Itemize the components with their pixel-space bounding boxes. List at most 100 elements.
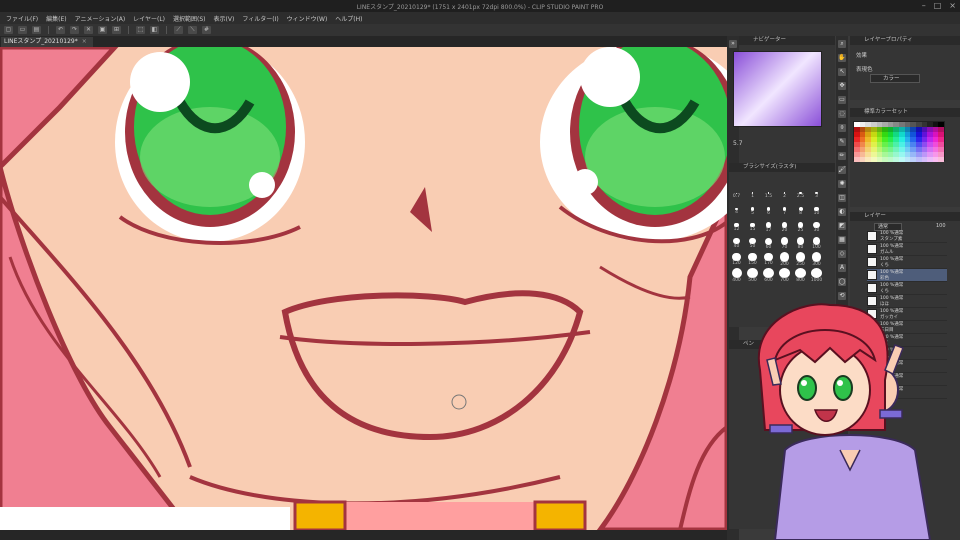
pencil-tool-icon[interactable]: ✏	[838, 152, 846, 160]
save-icon[interactable]: ▤	[32, 26, 41, 34]
text-tool-icon[interactable]: A	[838, 264, 846, 272]
clear-icon[interactable]: ✕	[84, 26, 93, 34]
close-icon[interactable]: ×	[949, 1, 956, 10]
brush-tool-icon[interactable]: 🖌	[838, 166, 846, 174]
hand-tool-icon[interactable]: ✋	[838, 54, 846, 62]
transform-icon[interactable]: ⊞	[112, 26, 121, 34]
brush-size-option[interactable]: 120	[729, 252, 744, 267]
snap-special-ruler-icon[interactable]: ⟍	[188, 26, 197, 34]
fill-tool-icon[interactable]: ◩	[838, 222, 846, 230]
brush-size-label: 0.7	[732, 193, 741, 199]
brush-size-option[interactable]: 10	[809, 204, 824, 219]
brush-size-option[interactable]: 1000	[809, 268, 824, 283]
menu-file[interactable]: ファイル(F)	[6, 14, 38, 23]
layer-row[interactable]: 100 %通常 くち	[867, 282, 947, 295]
layer-thumbnail	[867, 257, 877, 267]
deselect-icon[interactable]: ⬚	[136, 26, 145, 34]
snap-grid-icon[interactable]: #	[202, 26, 211, 34]
document-tab[interactable]: LINEスタンプ_20210129* ×	[1, 37, 93, 47]
new-file-icon[interactable]: ▢	[4, 26, 13, 34]
brush-size-option[interactable]: 5	[745, 204, 760, 219]
drawing-canvas[interactable]	[0, 47, 727, 530]
brush-size-option[interactable]: 1.5	[761, 188, 776, 203]
operation-tool-icon[interactable]: ↖	[838, 68, 846, 76]
undo-icon[interactable]: ↶	[56, 26, 65, 34]
color-swatch-grid[interactable]	[853, 121, 945, 162]
brush-size-option[interactable]: 300	[809, 252, 824, 267]
menu-window[interactable]: ウィンドウ(W)	[287, 14, 328, 23]
brush-size-option[interactable]: 20	[777, 220, 792, 235]
eraser-tool-icon[interactable]: ◫	[838, 194, 846, 202]
menu-help[interactable]: ヘルプ(H)	[335, 14, 362, 23]
selection-tool-icon[interactable]: ▭	[838, 96, 846, 104]
redo-icon[interactable]: ↷	[70, 26, 79, 34]
open-file-icon[interactable]: ▭	[18, 26, 27, 34]
layer-row[interactable]: 100 %通常彩色	[867, 269, 947, 282]
brush-size-label: 700	[780, 278, 789, 283]
lasso-tool-icon[interactable]: ◌	[838, 110, 846, 118]
invert-selection-icon[interactable]: ◧	[150, 26, 159, 34]
brush-size-option[interactable]: 6	[761, 204, 776, 219]
minimize-icon[interactable]: –	[922, 1, 926, 10]
fill-icon[interactable]: ▣	[98, 26, 107, 34]
brush-size-option[interactable]: 1	[745, 188, 760, 203]
brush-size-option[interactable]: 3	[809, 188, 824, 203]
balloon-tool-icon[interactable]: ◯	[838, 278, 846, 286]
brush-size-option[interactable]: 80	[793, 236, 808, 251]
brush-size-option[interactable]: 17	[761, 220, 776, 235]
brush-size-option[interactable]: 700	[777, 268, 792, 283]
brush-size-option[interactable]: 15	[745, 220, 760, 235]
menu-view[interactable]: 表示(V)	[214, 14, 235, 23]
brush-size-option[interactable]: 2	[777, 188, 792, 203]
brush-size-option[interactable]: 8	[793, 204, 808, 219]
color-swatch[interactable]	[938, 157, 944, 162]
pen-tool-icon[interactable]: ✎	[838, 138, 846, 146]
navigator-zoom[interactable]: 5.7	[733, 140, 743, 147]
figure-tool-icon[interactable]: ◇	[838, 250, 846, 258]
brush-size-option[interactable]: 800	[793, 268, 808, 283]
tab-close-icon[interactable]: ×	[82, 38, 87, 45]
layer-row[interactable]: 100 %通常 ガムル	[867, 243, 947, 256]
brush-size-option[interactable]: 40	[729, 236, 744, 251]
menu-layer[interactable]: レイヤー(L)	[133, 14, 165, 23]
navigator-preview[interactable]	[733, 51, 822, 127]
collapse-icon[interactable]: »	[729, 40, 737, 48]
gradient-tool-icon[interactable]: ▦	[838, 236, 846, 244]
menu-filter[interactable]: フィルター(I)	[242, 14, 278, 23]
zoom-tool-icon[interactable]: ⌕	[838, 40, 846, 48]
brush-size-option[interactable]: 250	[793, 252, 808, 267]
brush-size-option[interactable]: 7	[777, 204, 792, 219]
brush-size-option[interactable]: 170	[761, 252, 776, 267]
snap-ruler-icon[interactable]: ⟋	[174, 26, 183, 34]
brush-size-option[interactable]: 400	[729, 268, 744, 283]
airbrush-icon[interactable]: ✺	[838, 180, 846, 188]
brush-size-label: 70	[781, 244, 788, 250]
effect-label: 効果	[856, 53, 868, 59]
brush-size-option[interactable]: 30	[809, 220, 824, 235]
menu-edit[interactable]: 編集(E)	[46, 14, 66, 23]
brush-size-option[interactable]: 50	[745, 236, 760, 251]
brush-size-option[interactable]: 4	[729, 204, 744, 219]
layer-row[interactable]: 100 %通常 くち	[867, 256, 947, 269]
menu-selection[interactable]: 選択範囲(S)	[173, 14, 206, 23]
maximize-icon[interactable]: □	[934, 1, 942, 10]
opacity-value[interactable]: 100	[936, 223, 946, 229]
brush-size-option[interactable]: 200	[777, 252, 792, 267]
brush-size-option[interactable]: 100	[809, 236, 824, 251]
brush-size-option[interactable]: 0.7	[729, 188, 744, 203]
menu-animation[interactable]: アニメーション(A)	[75, 14, 126, 23]
brush-size-option[interactable]: 2.5	[793, 188, 808, 203]
eyedropper-icon[interactable]: ⌽	[838, 124, 846, 132]
layer-row[interactable]: 100 %通常 スタンプ素	[867, 230, 947, 243]
move-layer-icon[interactable]: ✥	[838, 82, 846, 90]
brush-size-option[interactable]: 150	[745, 252, 760, 267]
brush-size-option[interactable]: 60	[761, 236, 776, 251]
blend-tool-icon[interactable]: ◐	[838, 208, 846, 216]
brush-size-option[interactable]: 12	[729, 220, 744, 235]
correct-line-icon[interactable]: ⟲	[838, 292, 846, 300]
brush-size-option[interactable]: 500	[745, 268, 760, 283]
brush-size-option[interactable]: 600	[761, 268, 776, 283]
brush-size-option[interactable]: 25	[793, 220, 808, 235]
expression-color-select[interactable]: カラー	[870, 74, 920, 83]
brush-size-option[interactable]: 70	[777, 236, 792, 251]
